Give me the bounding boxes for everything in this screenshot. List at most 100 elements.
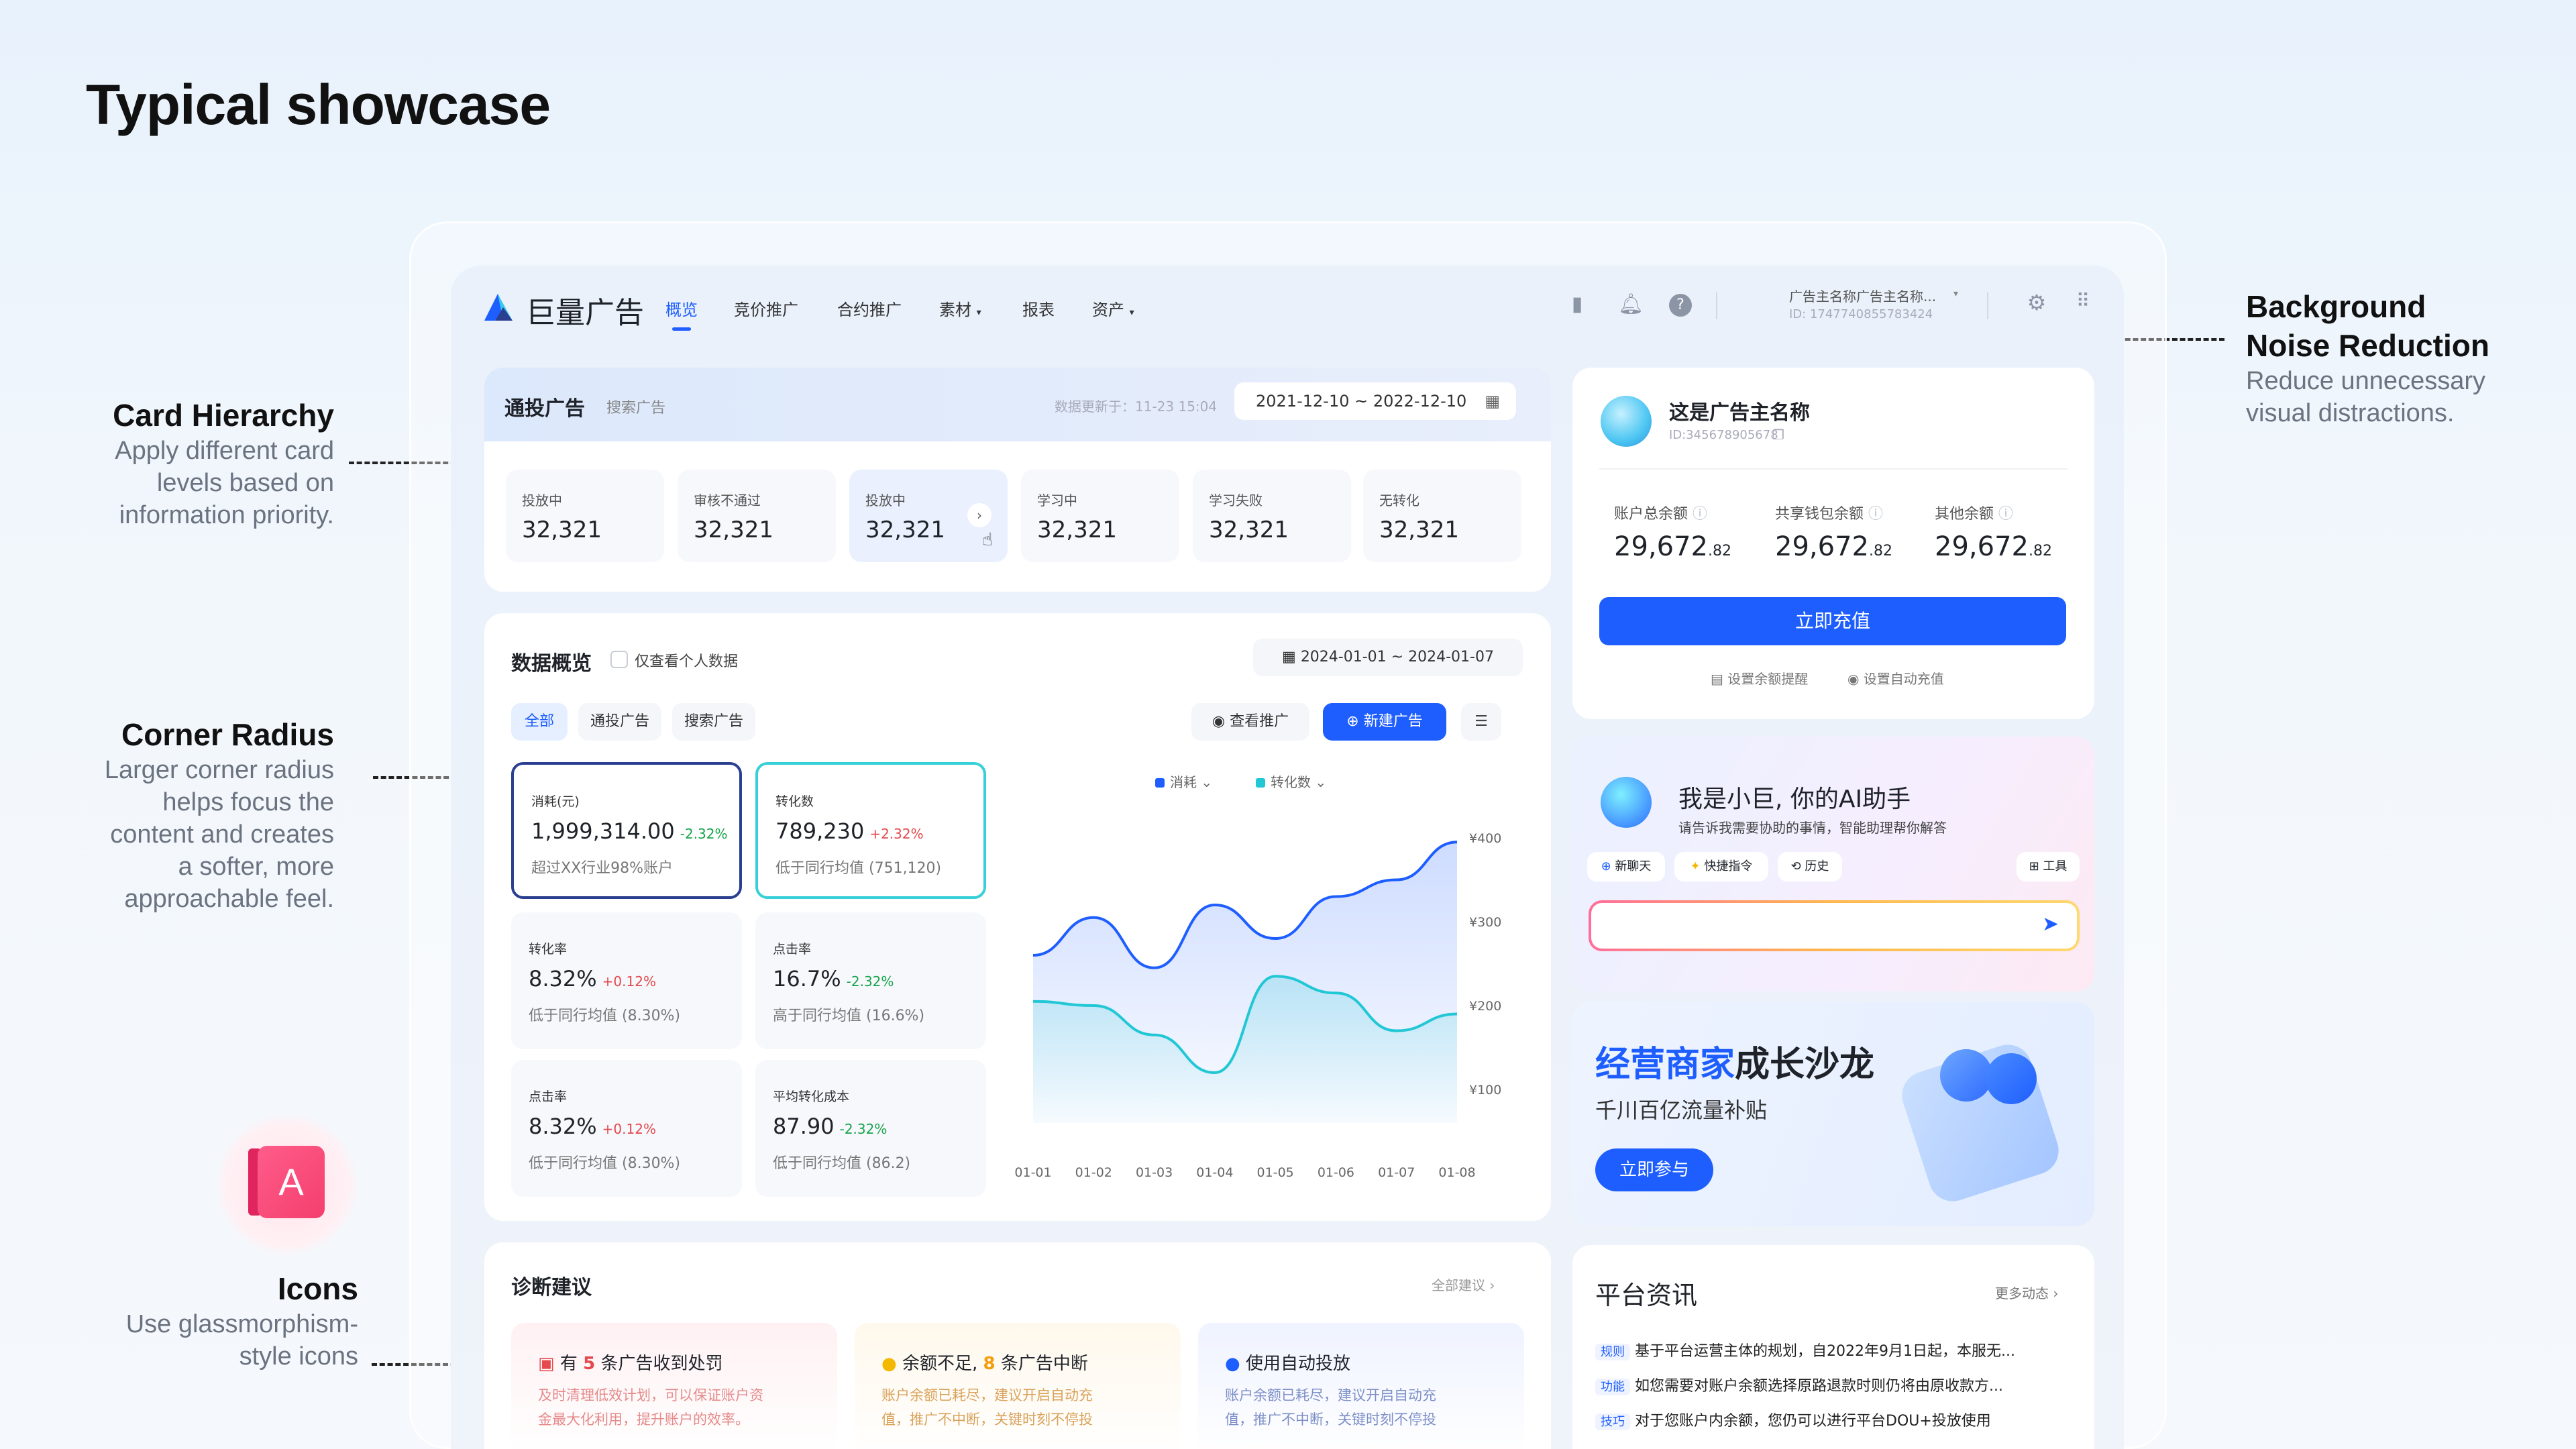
x-tick-label: 01-01 [1014,1165,1051,1180]
nav-bidding[interactable]: 竞价推广 [734,297,798,320]
view-promotion-button[interactable]: ◉ 查看推广 [1191,703,1309,741]
news-item[interactable]: 规则 基于平台运营主体的规划，自2022年9月1日起，本服无... [1595,1339,2015,1360]
banner-subtitle: 千川百亿流量补贴 [1595,1097,1768,1123]
annotation-corner-radius: Corner Radius Larger corner radius helps … [104,717,334,913]
legend-label[interactable]: 消耗 ⌄ [1170,774,1212,790]
account-id: ID: 1747740855783424 [1789,307,1933,321]
diag-card-title: ● 余额不足, 8 条广告中断 [881,1354,1088,1374]
metric-card-cost[interactable]: 消耗(元) 1,999,314.00 -2.32% 超过XX行业98%账户 [511,762,742,899]
stat-card[interactable]: 无转化 32,321 [1363,470,1521,562]
shortcut-chip[interactable]: ✦ 快捷指令 [1674,852,1768,881]
calendar-icon: ▦ [1485,392,1500,411]
assistant-input-border [1589,900,2080,951]
stat-card-selected[interactable]: 投放中 32,321 › ☝ [849,470,1008,562]
glass-circle [1986,1053,2037,1104]
balance-label: 其他余额 ⓘ [1935,506,2014,523]
filter-search[interactable]: 搜索广告 [672,703,755,741]
balance-value: 29,672.82 [1935,531,2052,562]
diag-card-balance[interactable]: ● 余额不足, 8 条广告中断 账户余额已耗尽，建议开启自动充 值，推广不中断，关… [855,1323,1181,1449]
new-ad-button[interactable]: ⊕ 新建广告 [1323,703,1446,741]
legend-swatch [1155,778,1165,788]
news-item[interactable]: 技巧 对于您账户内余额，您仍可以进行平台DOU+投放使用 [1595,1409,1991,1430]
filter-general[interactable]: 通投广告 [578,703,661,741]
nav-assets[interactable]: 资产 ▾ [1092,297,1134,320]
x-tick-label: 01-08 [1438,1165,1475,1180]
stat-card[interactable]: 投放中 32,321 [506,470,664,562]
overview-title: 数据概览 [511,652,592,676]
overview-date-range[interactable]: ▦ 2024-01-01 ~ 2024-01-07 [1253,639,1523,676]
tab-general-ads[interactable]: 通投广告 [504,392,585,421]
join-button[interactable]: 立即参与 [1595,1148,1713,1191]
cursor-icon: ☝ [982,530,993,550]
campaign-status-panel: 投放中 32,321 审核不通过 32,321 投放中 32,321 › ☝ 学习中 3… [484,441,1551,592]
all-suggestions-link[interactable]: 全部建议 › [1432,1275,1495,1294]
trend-chart: 消耗 ⌄ 转化数 ⌄ ¥400 ¥300 ¥200 ¥100 01-01 01-02 01-03… [1014,774,1501,1180]
glass-icon-backdrop: A [216,1114,358,1256]
metric-card-conversions[interactable]: 转化数 789,230 +2.32% 低于同行均值 (751,120) [755,762,986,899]
nav-divider [1716,292,1717,319]
metric-card-cvr[interactable]: 转化率 8.32% +0.12% 低于同行均值 (8.30%) [511,912,742,1049]
balance-label: 共享钱包余额 ⓘ [1775,506,1884,523]
send-icon[interactable]: ➤ [2042,912,2059,936]
legend-label[interactable]: 转化数 ⌄ [1271,774,1326,790]
assistant-avatar-icon [1601,777,1652,828]
diag-card-penalty[interactable]: ▣ 有 5 条广告收到处罚 及时清理低效计划，可以保证账户资 金最大化利用，提升账… [511,1323,837,1449]
only-mine-checkbox[interactable] [610,651,628,668]
x-tick-label: 01-06 [1318,1165,1354,1180]
more-news-link[interactable]: 更多动态 › [1995,1283,2058,1302]
account-name[interactable]: 广告主名称广告主名称... [1789,286,1936,305]
assistant-input[interactable] [1591,903,2077,949]
balance-value: 29,672.82 [1614,531,1731,562]
history-chip[interactable]: ⟲ 历史 [1778,852,1842,881]
advertiser-id: ID:345678905678 [1669,428,1778,442]
stat-card[interactable]: 审核不通过 32,321 [678,470,836,562]
info-icon: ⓘ [1693,506,1708,523]
metric-card-ctr-2[interactable]: 点击率 8.32% +0.12% 低于同行均值 (8.30%) [511,1060,742,1197]
showcase-title: Typical showcase [86,73,551,136]
app-a-icon: A [258,1146,325,1218]
stat-card[interactable]: 学习失败 32,321 [1193,470,1351,562]
x-tick-label: 01-07 [1378,1165,1415,1180]
nav-report[interactable]: 报表 [1022,297,1055,320]
nav-overview[interactable]: 概览 [665,297,698,320]
balance-reminder-link[interactable]: ▤ 设置余额提醒 [1711,668,1808,688]
date-range-picker[interactable]: 2021-12-10 ~ 2022-12-10 ▦ [1234,382,1516,420]
warning-icon: ▣ [538,1354,555,1374]
diag-card-desc: 账户余额已耗尽，建议开启自动充 值，推广不中断，关键时刻不停投 [1225,1387,1436,1428]
brand-name: 巨量广告 [526,296,644,330]
copy-icon[interactable]: ❐ [1772,427,1784,443]
nav-contract[interactable]: 合约推广 [837,297,902,320]
nav-material[interactable]: 素材 ▾ [939,297,981,320]
gear-icon[interactable]: ⚙ [2023,290,2050,322]
x-tick-label: 01-02 [1075,1165,1112,1180]
x-tick-label: 01-04 [1196,1165,1233,1180]
account-card: 这是广告主名称 ID:345678905678 ❐ 账户总余额 ⓘ 29,672… [1572,368,2094,719]
ai-assistant-card: 我是小巨, 你的AI助手 请告诉我需要协助的事情，智能助理帮你解答 ⊕ 新聊天 … [1572,737,2094,991]
filter-all[interactable]: 全部 [511,703,568,741]
auto-recharge-link[interactable]: ◉ 设置自动充值 [1847,668,1944,688]
help-icon[interactable]: ? [1669,294,1692,317]
diag-card-auto[interactable]: ● 使用自动投放 账户余额已耗尽，建议开启自动充 值，推广不中断，关键时刻不停投 [1198,1323,1524,1449]
stat-card[interactable]: 学习中 32,321 [1021,470,1179,562]
diag-card-title: ▣ 有 5 条广告收到处罚 [538,1354,723,1374]
top-nav: 巨量广告 概览 竞价推广 合约推广 素材 ▾ 报表 资产 ▾ ▮ 🔔︎ ? 广告… [451,266,2124,346]
chevron-down-icon[interactable]: ▾ [1953,288,1958,299]
bell-icon[interactable]: 🔔︎ [1618,292,1644,316]
advertiser-name: 这是广告主名称 [1669,401,1810,425]
new-ad-label: 新建广告 [1363,713,1423,730]
plus-circle-icon: ⊕ [1346,713,1364,730]
chevron-right-icon[interactable]: › [967,503,991,527]
x-tick-label: 01-03 [1136,1165,1173,1180]
phone-icon[interactable]: ▮ [1567,292,1587,316]
news-item[interactable]: 功能 如您需要对账户余额选择原路退款时则仍将由原收款方... [1595,1374,2003,1395]
settings-sliders-icon[interactable]: ☰ [1461,703,1501,741]
tools-chip[interactable]: ⊞ 工具 [2017,852,2080,881]
new-chat-chip[interactable]: ⊕ 新聊天 [1587,852,1665,881]
annotation-card-hierarchy: Card Hierarchy Apply different card level… [113,398,334,529]
y-tick-label: ¥200 [1469,999,1501,1014]
metric-card-ctr[interactable]: 点击率 16.7% -2.32% 高于同行均值 (16.6%) [755,912,986,1049]
tab-search-ads[interactable]: 搜索广告 [606,396,665,417]
metric-card-avg-cost[interactable]: 平均转化成本 87.90 -2.32% 低于同行均值 (86.2) [755,1060,986,1197]
apps-grid-icon[interactable]: ⠿ [2069,290,2096,322]
recharge-button[interactable]: 立即充值 [1599,597,2066,645]
